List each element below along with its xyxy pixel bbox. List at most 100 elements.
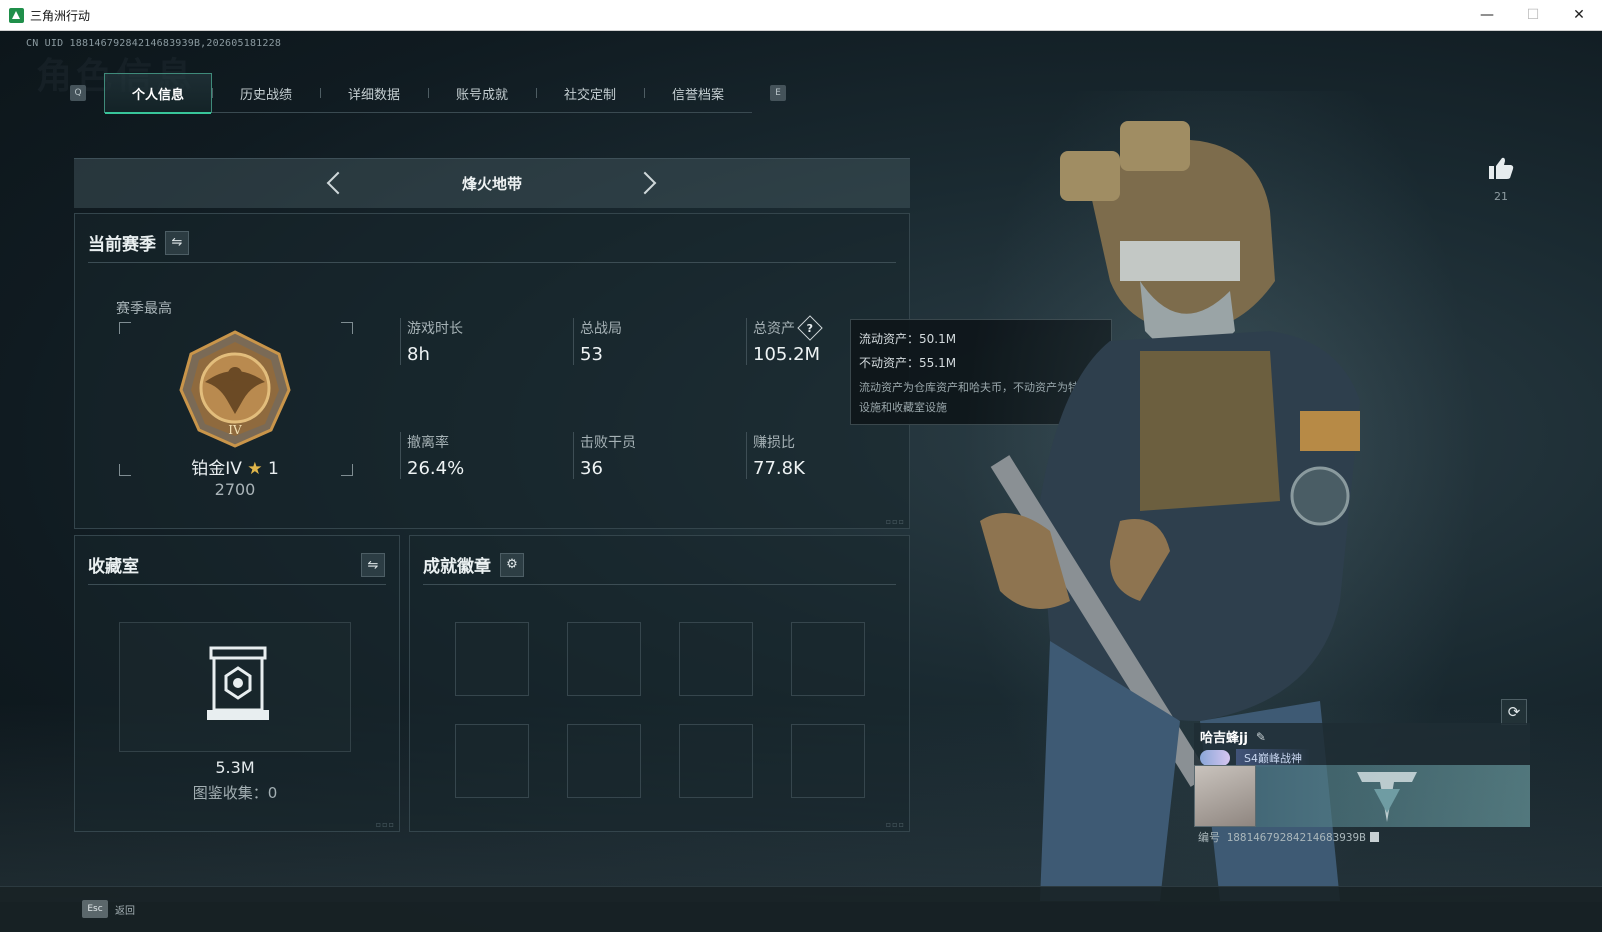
collection-codex: 图鉴收集：0 — [192, 784, 278, 802]
badge-slot[interactable] — [455, 724, 529, 798]
mode-prev-button[interactable] — [319, 168, 350, 198]
panel-decoration: ▫▫▫ — [885, 820, 905, 829]
stat-label: 撤离率 — [407, 435, 449, 451]
card-header: 哈吉蜂jj ✎ S4巅峰战神 — [1194, 723, 1530, 767]
stat-profit-ratio: 赚损比 77.8K — [746, 432, 805, 479]
display-case-icon — [207, 646, 269, 720]
divider — [423, 584, 896, 585]
player-id-row: 编号 18814679284214683939B — [1194, 827, 1530, 847]
title-badge-icon — [1200, 750, 1230, 766]
stat-label: 游戏时长 — [407, 321, 463, 337]
avatar[interactable] — [1194, 765, 1256, 827]
tab-personal-info[interactable]: 个人信息 — [104, 73, 212, 114]
bottom-bar: Esc 返回 — [0, 886, 1602, 932]
tab-credit-record[interactable]: 信誉档案 — [644, 73, 752, 113]
help-icon[interactable]: ? — [797, 315, 823, 341]
tab-detailed-data[interactable]: 详细数据 — [320, 73, 428, 113]
badge-slot[interactable] — [791, 724, 865, 798]
badge-slot[interactable] — [791, 622, 865, 696]
season-swap-button[interactable]: ⇋ — [165, 230, 189, 255]
season-panel: 当前赛季 ⇋ 赛季最高 IV 铂金IV ★ 1 2700 游戏时长 8h 总战局 — [74, 213, 910, 529]
mode-next-button[interactable] — [633, 168, 664, 198]
star-icon: ★ — [247, 459, 263, 479]
badges-panel: 成就徽章 ⚙ ▫▫▫ — [409, 535, 910, 832]
stat-value: 26.4% — [407, 458, 465, 479]
collection-value: 5.3M — [215, 758, 255, 777]
window-title: 三角洲行动 — [30, 8, 91, 23]
collection-title: 收藏室 — [88, 557, 139, 577]
stat-label: 总战局 — [580, 321, 622, 337]
stat-extract-rate: 撤离率 26.4% — [400, 432, 464, 479]
stat-label: 击败干员 — [580, 435, 636, 451]
bracket-corner — [119, 322, 131, 334]
panel-decoration: ▫▫▫ — [885, 517, 905, 526]
badge-slot[interactable] — [567, 622, 641, 696]
copy-icon[interactable] — [1369, 832, 1379, 842]
player-card[interactable]: 哈吉蜂jj ✎ S4巅峰战神 编号 18814679284214683939B — [1194, 723, 1530, 849]
tab-achievements[interactable]: 账号成就 — [428, 73, 536, 113]
mode-label: 烽火地带 — [461, 175, 522, 193]
tab-next-key-hint[interactable]: E — [770, 85, 786, 101]
player-name-row: 哈吉蜂jj ✎ — [1200, 727, 1524, 747]
season-title: 当前赛季 — [88, 235, 156, 255]
thumbs-up-icon — [1489, 157, 1514, 179]
stat-label: 赚损比 — [753, 435, 795, 451]
edit-name-icon[interactable]: ✎ — [1256, 730, 1266, 744]
app-logo-icon — [9, 7, 24, 23]
uid-text: CN UID 18814679284214683939B,20260518122… — [26, 38, 282, 49]
bracket-corner — [341, 322, 353, 334]
divider — [88, 262, 896, 263]
collection-header: 收藏室 — [88, 552, 139, 577]
badge-slot[interactable] — [455, 622, 529, 696]
stat-value: 105.2M — [753, 344, 821, 365]
badge-slot[interactable] — [679, 622, 753, 696]
player-id: 编号 18814679284214683939B — [1198, 831, 1366, 844]
window-titlebar: 三角洲行动 — ☐ ✕ — [0, 0, 1602, 31]
season-header: 当前赛季 ⇋ — [88, 230, 189, 255]
panel-decoration: ▫▫▫ — [375, 820, 395, 829]
tab-prev-key-hint[interactable]: Q — [70, 85, 86, 101]
badge-slot[interactable] — [679, 724, 753, 798]
stat-label-text: 总资产 — [753, 321, 795, 337]
stat-value: 77.8K — [753, 458, 805, 479]
badges-settings-button[interactable]: ⚙ — [500, 552, 524, 577]
divider — [88, 584, 386, 585]
rank-name: 铂金IV — [191, 459, 242, 479]
like-button[interactable]: 21 — [1484, 156, 1518, 203]
tab-bar: Q 个人信息 历史战绩 详细数据 账号成就 社交定制 信誉档案 E — [70, 73, 786, 114]
chevron-right-icon — [633, 171, 657, 195]
rank-emblem-icon: IV — [179, 330, 291, 448]
badges-header: 成就徽章 ⚙ — [423, 552, 524, 577]
like-count: 21 — [1494, 190, 1508, 203]
player-name: 哈吉蜂jj — [1200, 731, 1248, 746]
tab-social-custom[interactable]: 社交定制 — [536, 73, 644, 113]
mode-selector: 烽火地带 — [74, 158, 910, 208]
svg-text:IV: IV — [228, 423, 242, 437]
maximize-button[interactable]: ☐ — [1510, 0, 1556, 30]
stat-total-matches: 总战局 53 — [573, 318, 622, 365]
stat-value: 8h — [407, 344, 430, 365]
refresh-button[interactable]: ⟳ — [1501, 699, 1527, 725]
rank-stars: 1 — [267, 459, 279, 479]
collection-swap-button[interactable]: ⇋ — [361, 553, 385, 577]
card-banner — [1256, 765, 1530, 827]
stat-value: 36 — [580, 458, 603, 479]
emblem-logo-icon — [1357, 772, 1417, 822]
close-button[interactable]: ✕ — [1556, 0, 1602, 30]
esc-key-hint[interactable]: Esc — [82, 900, 108, 918]
badges-title: 成就徽章 — [423, 557, 491, 577]
stat-kills: 击败干员 36 — [573, 432, 636, 479]
tabs: 个人信息 历史战绩 详细数据 账号成就 社交定制 信誉档案 — [104, 73, 752, 114]
chevron-left-icon — [326, 171, 350, 195]
back-label[interactable]: 返回 — [115, 902, 135, 917]
season-best-label: 赛季最高 — [116, 301, 172, 317]
rank-text: 铂金IV ★ 1 — [115, 454, 355, 479]
stat-label: 总资产 ? — [753, 315, 823, 341]
stat-value: 53 — [580, 344, 603, 365]
collection-panel: 收藏室 ⇋ 5.3M 图鉴收集：0 ▫▫▫ — [74, 535, 400, 832]
tab-match-history[interactable]: 历史战绩 — [212, 73, 320, 113]
badge-slot[interactable] — [567, 724, 641, 798]
rank-score: 2700 — [214, 480, 256, 499]
stat-play-time: 游戏时长 8h — [400, 318, 463, 365]
minimize-button[interactable]: — — [1464, 0, 1510, 30]
